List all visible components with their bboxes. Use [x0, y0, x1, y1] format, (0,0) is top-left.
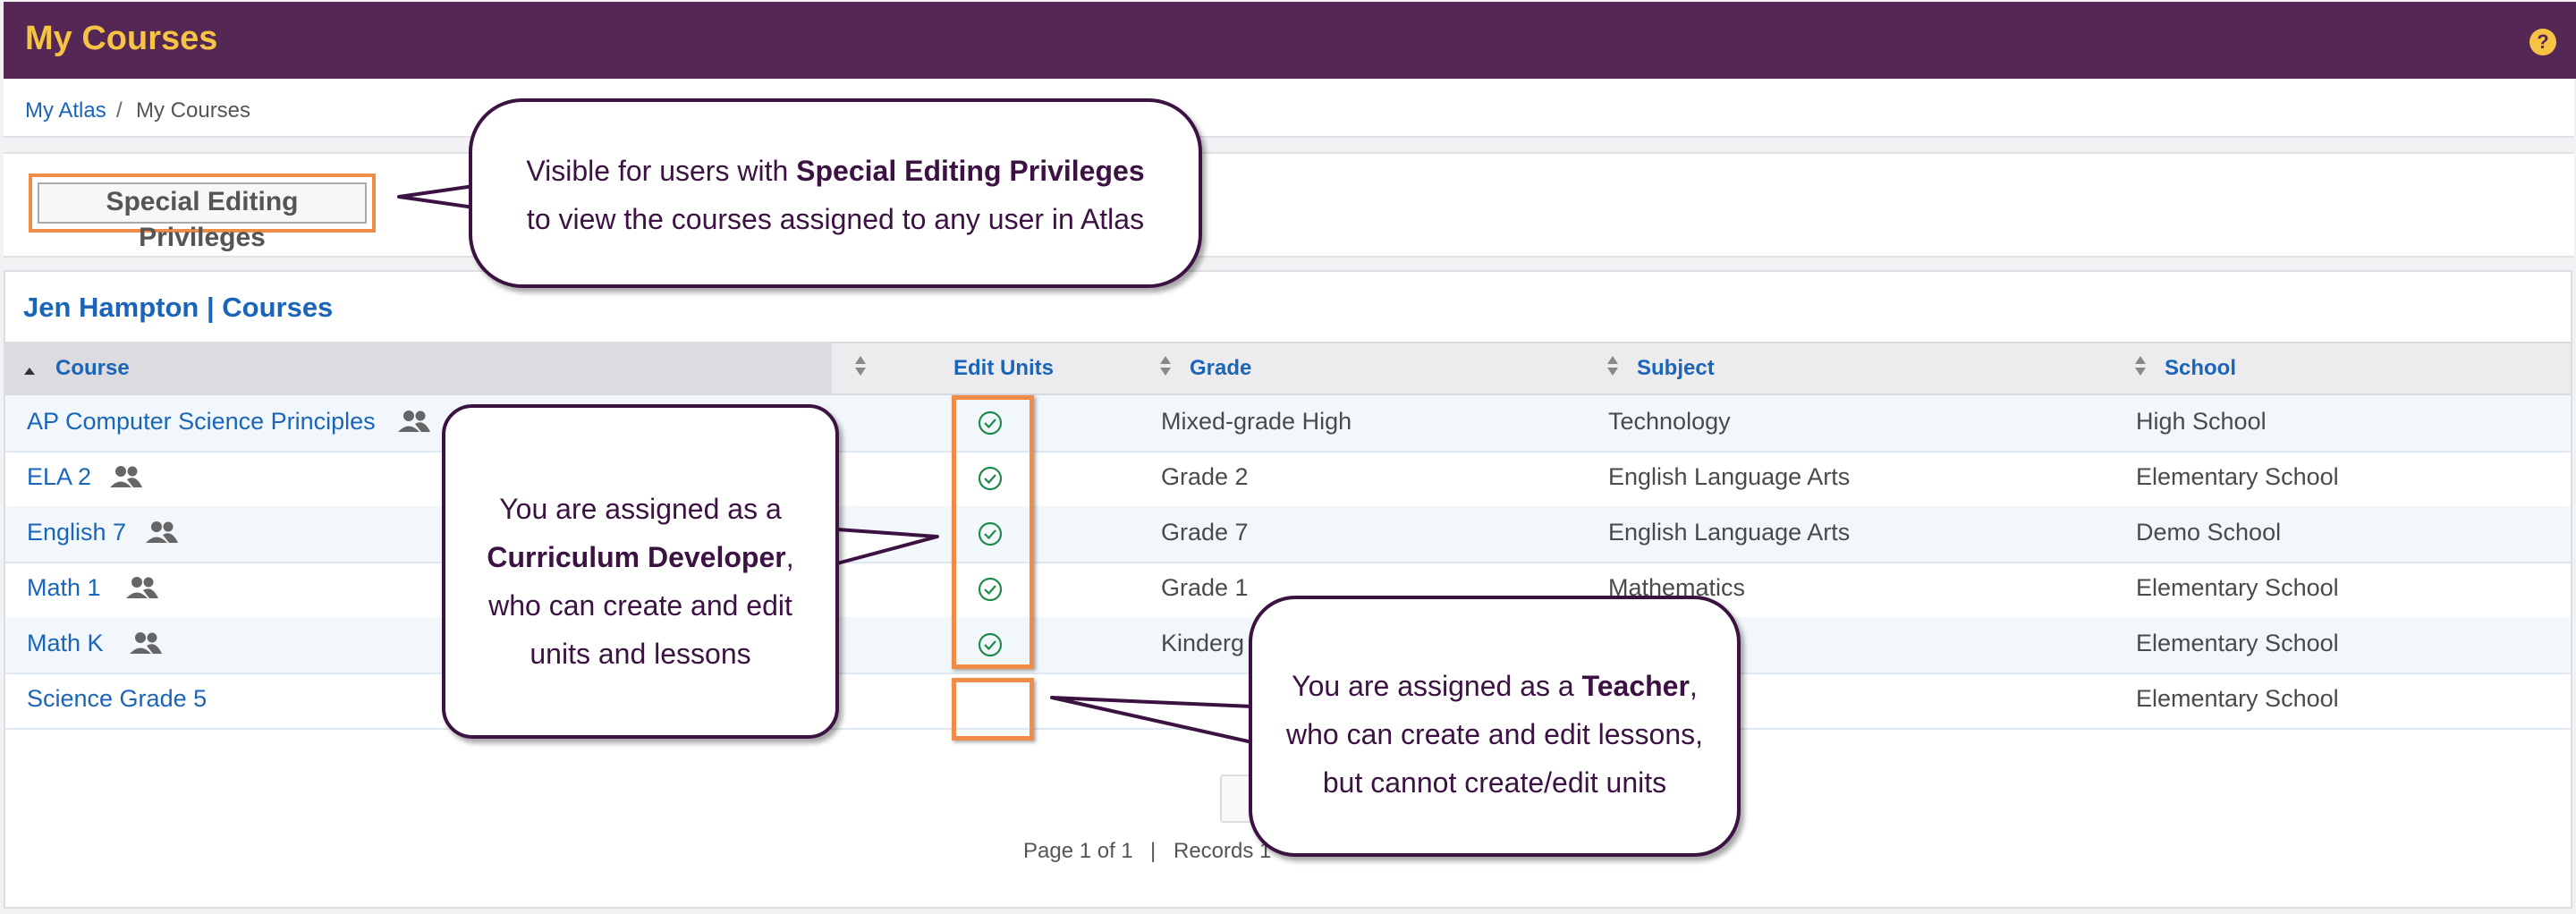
sort-asc-icon[interactable] [23, 360, 36, 383]
people-icon[interactable] [397, 410, 431, 433]
subject-cell: English Language Arts [1608, 463, 1851, 490]
course-link[interactable]: Science Grade 5 [27, 685, 207, 713]
column-header-grade[interactable]: Grade [1190, 356, 1251, 381]
privileges-callout-text: Visible for users with [526, 155, 797, 187]
course-link[interactable]: AP Computer Science Principles [27, 408, 376, 436]
breadcrumb-my-atlas-link[interactable]: My Atlas [25, 98, 106, 123]
people-icon[interactable] [109, 465, 143, 488]
sort-icon[interactable] [854, 354, 867, 377]
developer-callout: You are assigned as a Curriculum Develop… [442, 404, 839, 739]
column-header-edit-units[interactable]: Edit Units [953, 356, 1054, 381]
course-link[interactable]: ELA 2 [27, 463, 91, 491]
grade-cell: Kinderg [1161, 630, 1245, 656]
developer-callout-bold: Curriculum Developer [487, 541, 786, 573]
panel-title: Jen Hampton | Courses [23, 292, 334, 323]
privileges-callout: Visible for users with Special Editing P… [469, 98, 1202, 288]
grade-cell: Mixed-grade High [1161, 408, 1352, 435]
teacher-callout-text: You are assigned as a [1292, 670, 1582, 702]
teacher-callout: You are assigned as a Teacher, who can c… [1249, 596, 1741, 857]
developer-callout-comma: , [785, 541, 794, 573]
course-link[interactable]: English 7 [27, 519, 126, 546]
breadcrumb-current: My Courses [136, 98, 251, 123]
edit-units-empty-highlight [952, 678, 1034, 741]
school-cell: Demo School [2136, 519, 2282, 546]
sort-icon[interactable] [1606, 354, 1619, 377]
course-link[interactable]: Math K [27, 630, 104, 657]
developer-callout-text: You are assigned as a [499, 493, 782, 525]
school-cell: Elementary School [2136, 463, 2339, 490]
column-header-course[interactable]: Course [55, 356, 130, 381]
header-bar: My Courses ? [4, 2, 2576, 79]
teacher-callout-text: but cannot create/edit units [1322, 766, 1667, 799]
course-link[interactable]: Math 1 [27, 574, 101, 602]
pager-separator: | [1150, 839, 1157, 863]
sort-icon[interactable] [1159, 354, 1172, 377]
breadcrumb: My Atlas / My Courses [4, 79, 2574, 138]
developer-callout-text: units and lessons [530, 638, 751, 670]
privileges-bar [4, 152, 2574, 258]
grade-cell: Grade 1 [1161, 574, 1249, 601]
privileges-callout-text: to view the courses assigned to any user… [526, 203, 1145, 235]
teacher-callout-text: who can create and edit lessons, [1285, 718, 1704, 750]
people-icon[interactable] [125, 576, 159, 599]
column-header-school[interactable]: School [2165, 356, 2236, 381]
people-icon[interactable] [145, 520, 179, 544]
pager-page: Page 1 of 1 [1023, 839, 1133, 863]
school-cell: High School [2136, 408, 2267, 435]
special-editing-privileges-button[interactable]: Special Editing Privileges [38, 182, 367, 252]
breadcrumb-separator: / [116, 98, 123, 123]
subject-cell: Technology [1608, 408, 1731, 435]
teacher-callout-comma: , [1689, 670, 1698, 702]
subject-cell: English Language Arts [1608, 519, 1851, 546]
grade-cell: Grade 7 [1161, 519, 1249, 546]
page-title: My Courses [25, 20, 218, 57]
column-header-subject[interactable]: Subject [1637, 356, 1715, 381]
special-editing-privileges-highlight: Special Editing Privileges [29, 173, 376, 252]
privileges-callout-bold: Special Editing Privileges [796, 155, 1145, 187]
edit-units-highlight [952, 395, 1034, 669]
school-cell: Elementary School [2136, 685, 2339, 712]
grade-cell: Grade 2 [1161, 463, 1249, 490]
sort-icon[interactable] [2134, 354, 2147, 377]
people-icon[interactable] [129, 631, 163, 655]
help-icon[interactable]: ? [2529, 29, 2556, 55]
developer-callout-text: who can create and edit [488, 589, 792, 622]
school-cell: Elementary School [2136, 630, 2339, 656]
pager-records: Records 1 [1174, 839, 1272, 863]
teacher-callout-bold: Teacher [1581, 670, 1690, 702]
school-cell: Elementary School [2136, 574, 2339, 601]
